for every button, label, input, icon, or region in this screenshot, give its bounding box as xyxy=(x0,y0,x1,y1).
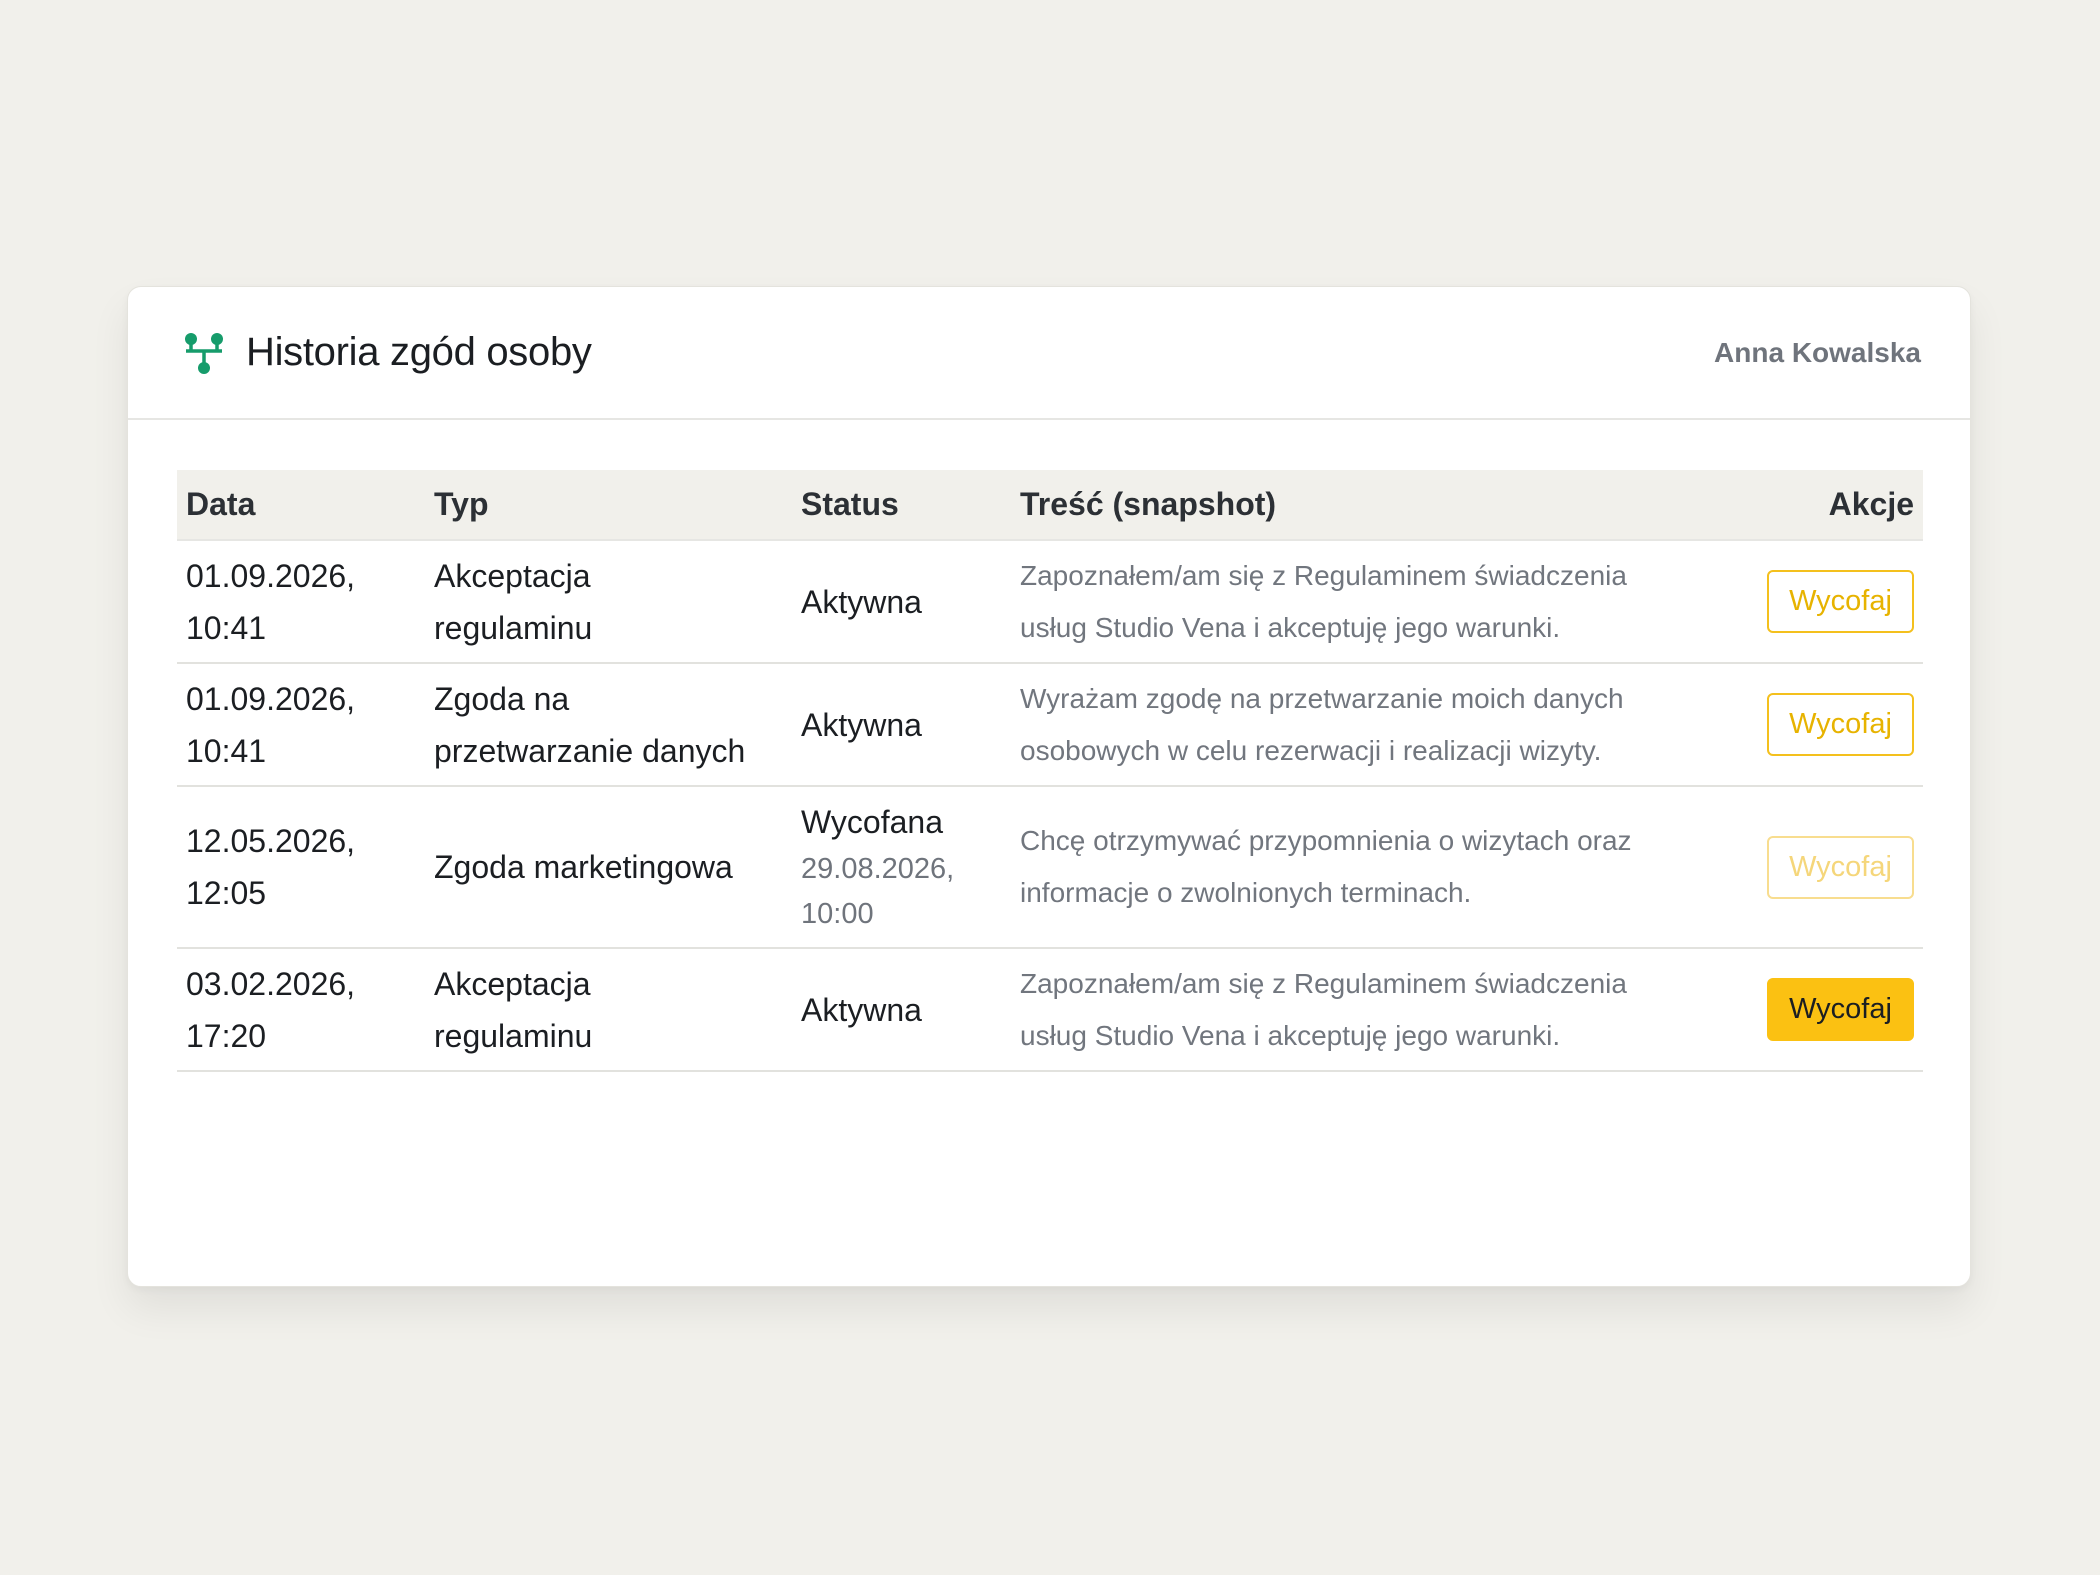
content-text: Chcę otrzymywać przypomnienia o wizytach… xyxy=(1020,825,1632,856)
cell-status: Aktywna xyxy=(792,948,1011,1072)
content-text: usług Studio Vena i akceptuję jego warun… xyxy=(1020,1019,1561,1051)
cell-actions: Wycofaj xyxy=(1758,663,1923,787)
type-text: regulaminu xyxy=(434,609,593,646)
title-group: Historia zgód osoby xyxy=(180,330,592,375)
type-text: Akceptacja xyxy=(434,557,591,594)
content-text: usług Studio Vena i akceptuję jego warun… xyxy=(1020,611,1561,643)
date-text: 01.09.2026, xyxy=(186,557,356,594)
consent-history-card: Historia zgód osoby Anna Kowalska Data T… xyxy=(127,286,1971,1287)
type-text: przetwarzanie danych xyxy=(434,732,746,769)
table-header-row: Data Typ Status Treść (snapshot) Akcje xyxy=(177,470,1923,541)
cell-status: Aktywna xyxy=(792,540,1011,664)
cell-type: Zgoda na przetwarzanie danych xyxy=(425,663,792,787)
column-header-date: Data xyxy=(177,470,425,541)
cell-content: Zapoznałem/am się z Regulaminem świadcze… xyxy=(1011,540,1758,664)
page-title: Historia zgód osoby xyxy=(246,330,592,374)
date-text: 12.05.2026, xyxy=(186,823,356,859)
time-text: 12:05 xyxy=(186,875,267,911)
withdraw-button-disabled: Wycofaj xyxy=(1767,835,1914,899)
withdrawn-time-text: 10:00 xyxy=(801,898,874,930)
cell-content: Chcę otrzymywać przypomnienia o wizytach… xyxy=(1011,786,1758,949)
type-text: Zgoda marketingowa xyxy=(434,849,733,885)
cell-actions: Wycofaj xyxy=(1758,948,1923,1072)
cell-content: Wyrażam zgodę na przetwarzanie moich dan… xyxy=(1011,663,1758,787)
table-row: 01.09.2026, 10:41 Akceptacja regulaminu … xyxy=(177,540,1923,664)
type-text: Akceptacja xyxy=(434,965,591,1002)
cell-actions: Wycofaj xyxy=(1758,786,1923,949)
content-text: osobowych w celu rezerwacji i realizacji… xyxy=(1020,734,1602,766)
withdraw-button[interactable]: Wycofaj xyxy=(1767,570,1914,633)
time-text: 10:41 xyxy=(186,609,267,646)
cell-status: Aktywna xyxy=(792,663,1011,787)
time-text: 17:20 xyxy=(186,1017,267,1054)
card-header: Historia zgód osoby Anna Kowalska xyxy=(128,287,1970,420)
status-text: Aktywna xyxy=(801,706,922,743)
date-text: 03.02.2026, xyxy=(186,965,356,1002)
status-text: Aktywna xyxy=(801,583,922,620)
consents-table: Data Typ Status Treść (snapshot) Akcje 0… xyxy=(177,470,1923,1072)
column-header-content: Treść (snapshot) xyxy=(1011,470,1758,541)
cell-date: 01.09.2026, 10:41 xyxy=(177,663,425,787)
table-row: 12.05.2026, 12:05 Zgoda marketingowa Wyc… xyxy=(177,786,1923,949)
date-text: 01.09.2026, xyxy=(186,680,356,717)
withdraw-button-highlighted[interactable]: Wycofaj xyxy=(1767,978,1914,1041)
withdrawn-date-text: 29.08.2026, xyxy=(801,853,955,885)
cell-content: Zapoznałem/am się z Regulaminem świadcze… xyxy=(1011,948,1758,1072)
content-text: informacje o zwolnionych terminach. xyxy=(1020,877,1472,908)
content-text: Wyrażam zgodę na przetwarzanie moich dan… xyxy=(1020,682,1624,714)
cell-date: 01.09.2026, 10:41 xyxy=(177,540,425,664)
withdraw-button[interactable]: Wycofaj xyxy=(1767,693,1914,756)
content-text: Zapoznałem/am się z Regulaminem świadcze… xyxy=(1020,559,1627,591)
time-text: 10:41 xyxy=(186,732,267,769)
content-text: Zapoznałem/am się z Regulaminem świadcze… xyxy=(1020,967,1627,999)
column-header-type: Typ xyxy=(425,470,792,541)
table-row: 01.09.2026, 10:41 Zgoda na przetwarzanie… xyxy=(177,663,1923,787)
type-text: Zgoda na xyxy=(434,680,570,717)
cell-type: Akceptacja regulaminu xyxy=(425,540,792,664)
cell-type: Zgoda marketingowa xyxy=(425,786,792,949)
cell-status: Wycofana 29.08.2026, 10:00 xyxy=(792,786,1011,949)
column-header-status: Status xyxy=(792,470,1011,541)
column-header-actions: Akcje xyxy=(1758,470,1923,541)
table-row: 03.02.2026, 17:20 Akceptacja regulaminu … xyxy=(177,948,1923,1072)
cell-actions: Wycofaj xyxy=(1758,540,1923,664)
type-text: regulaminu xyxy=(434,1017,593,1054)
cell-type: Akceptacja regulaminu xyxy=(425,948,792,1072)
status-text: Aktywna xyxy=(801,991,922,1028)
cell-date: 03.02.2026, 17:20 xyxy=(177,948,425,1072)
cell-date: 12.05.2026, 12:05 xyxy=(177,786,425,949)
status-text: Wycofana xyxy=(801,804,943,840)
person-name: Anna Kowalska xyxy=(1714,336,1921,368)
consent-network-icon xyxy=(185,332,223,374)
